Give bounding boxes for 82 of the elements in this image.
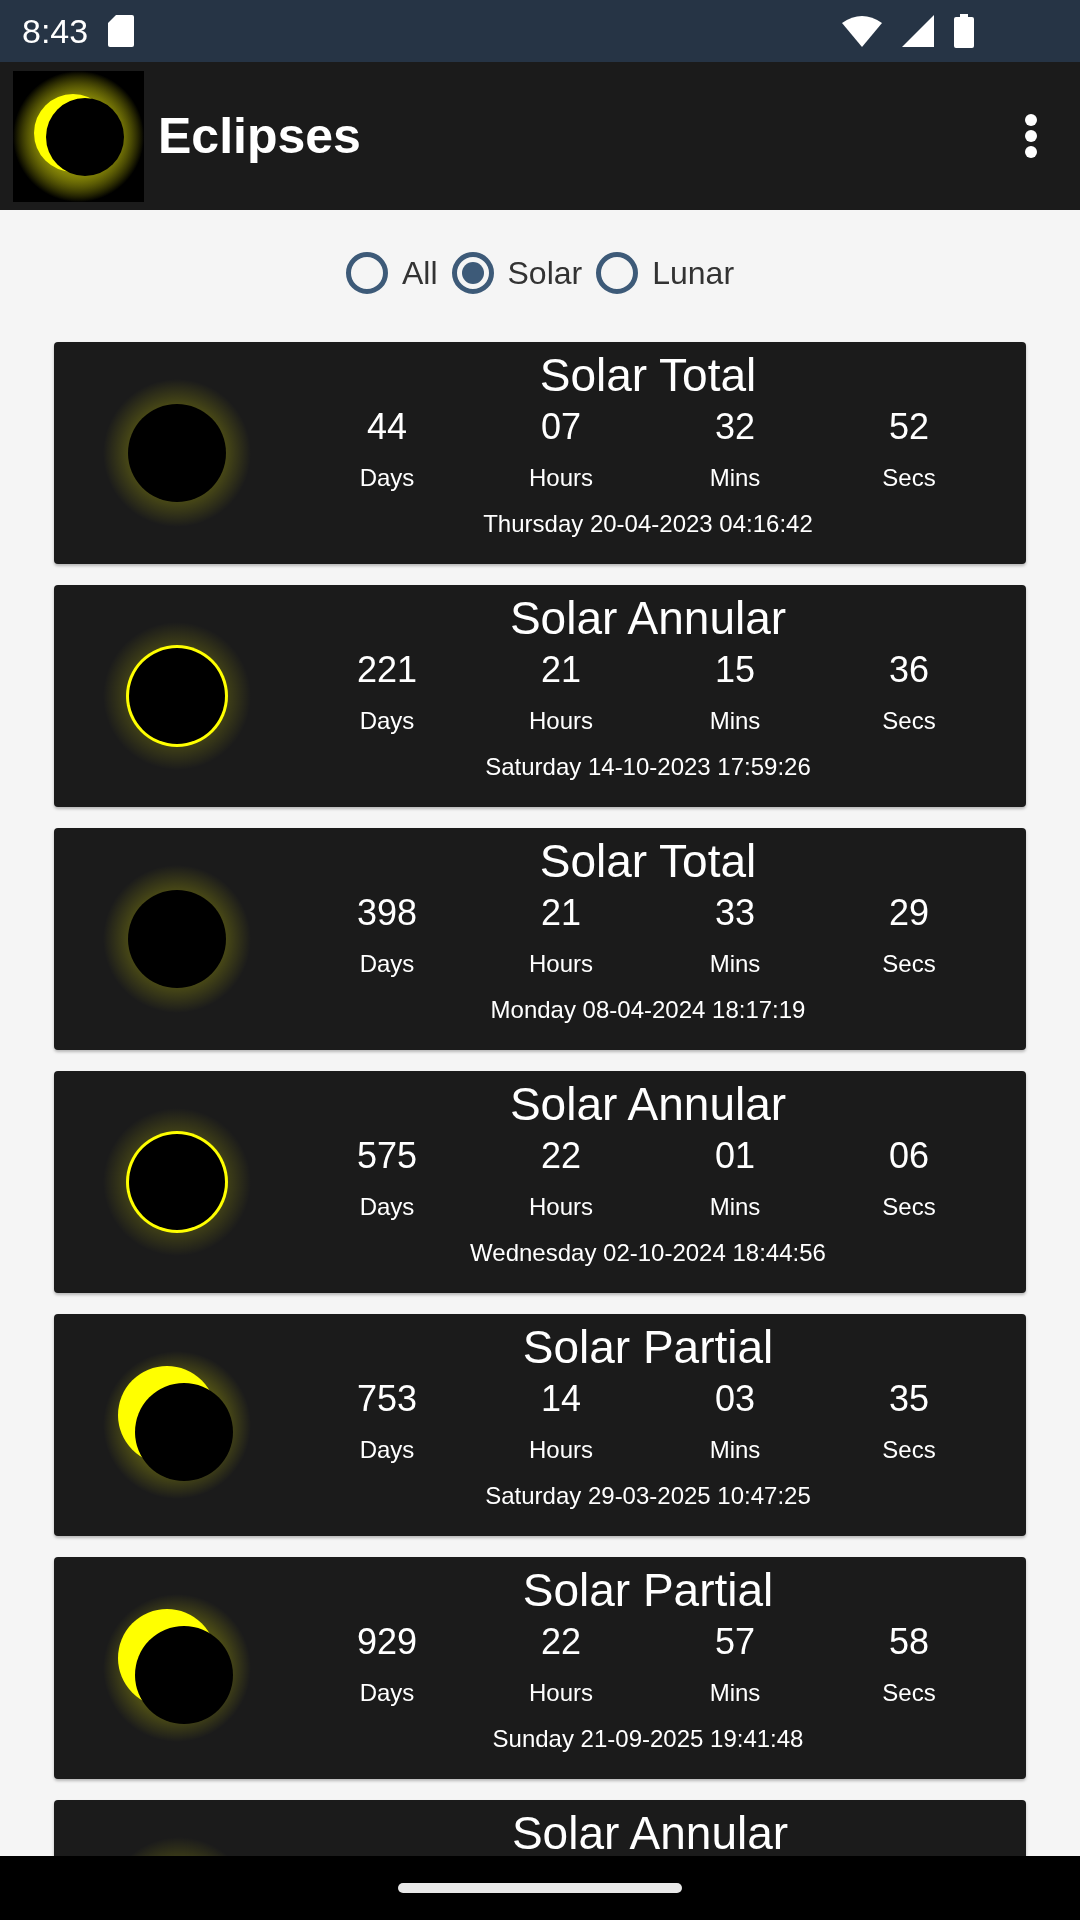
eclipse-card[interactable]: Solar Partial 753 Days 14 Hours 03 Mins 35 Secs Saturday 29-03-2025 10:47:25: [54, 1314, 1026, 1536]
eclipse-title: Solar Partial: [522, 1563, 774, 1617]
countdown-value: 33: [714, 892, 755, 934]
countdown-value: 14: [540, 1378, 581, 1420]
app-title: Eclipses: [158, 107, 362, 165]
radio-label: All: [401, 254, 438, 292]
eclipse-title: Solar Annular: [509, 591, 787, 645]
countdown-unit: Days: [359, 464, 415, 492]
eclipse-date: Sunday 21-09-2025 19:41:48: [492, 1725, 804, 1753]
radio-label: Lunar: [652, 254, 735, 292]
radio-button[interactable]: [596, 252, 639, 294]
countdown-unit: Mins: [709, 950, 761, 978]
countdown-unit: Hours: [529, 950, 593, 978]
countdown-unit: Secs: [882, 464, 936, 492]
eclipse-title: Solar Partial: [522, 1320, 774, 1374]
countdown-value: 52: [888, 406, 929, 448]
countdown-value: 221: [356, 649, 418, 691]
countdown-unit: Mins: [709, 1193, 761, 1221]
radio-button[interactable]: [451, 252, 494, 294]
countdown-unit: Mins: [709, 464, 761, 492]
eclipse-card[interactable]: Solar Annular 575 Days 22 Hours 01 Mins 06 Secs Wednesday 02-10-2024 18:44:56: [54, 1071, 1026, 1293]
battery-icon: [954, 14, 974, 48]
eclipse-title: Solar Annular: [511, 1806, 789, 1856]
eclipse-card[interactable]: Solar Total 398 Days 21 Hours 33 Mins 29 Secs Monday 08-04-2024 18:17:19: [54, 828, 1026, 1050]
countdown-value: 753: [356, 1378, 418, 1420]
app-logo-icon: [13, 70, 144, 202]
sd-card-icon: [108, 15, 135, 47]
countdown-value: 29: [888, 892, 929, 934]
eclipse-date: Saturday 14-10-2023 17:59:26: [485, 753, 811, 781]
countdown-value: 35: [888, 1378, 929, 1420]
eclipse-card[interactable]: Solar Partial 929 Days 22 Hours 57 Mins 58 Secs Sunday 21-09-2025 19:41:48: [54, 1557, 1026, 1779]
countdown-value: 58: [888, 1621, 929, 1663]
countdown-value: 22: [540, 1135, 581, 1177]
eclipse-date: Wednesday 02-10-2024 18:44:56: [470, 1239, 826, 1267]
eclipse-title: Solar Annular: [509, 1077, 787, 1131]
countdown-value: 57: [714, 1621, 755, 1663]
eclipse-title: Solar Total: [539, 348, 757, 402]
countdown-unit: Hours: [529, 1436, 593, 1464]
countdown-value: 398: [356, 892, 418, 934]
countdown-value: 21: [540, 892, 581, 934]
countdown-unit: Hours: [529, 707, 593, 735]
countdown-value: 929: [356, 1621, 418, 1663]
countdown-value: 03: [714, 1378, 755, 1420]
countdown-unit: Secs: [882, 950, 936, 978]
countdown-value: 07: [540, 406, 581, 448]
radio-button[interactable]: [345, 252, 388, 294]
countdown-value: 15: [714, 649, 755, 691]
countdown-unit: Hours: [529, 1679, 593, 1707]
countdown-value: 22: [540, 1621, 581, 1663]
countdown-unit: Secs: [882, 1436, 936, 1464]
countdown-unit: Secs: [882, 1193, 936, 1221]
countdown-unit: Days: [359, 1193, 415, 1221]
eclipse-date: Saturday 29-03-2025 10:47:25: [485, 1482, 811, 1510]
countdown-value: 01: [714, 1135, 755, 1177]
status-time: 8:43: [22, 11, 89, 51]
countdown-unit: Days: [359, 707, 415, 735]
countdown-unit: Mins: [709, 1436, 761, 1464]
countdown-value: 21: [540, 649, 581, 691]
more-options-icon[interactable]: [1025, 114, 1037, 158]
eclipse-card[interactable]: Solar Total 44 Days 07 Hours 32 Mins 52 Secs Thursday 20-04-2023 04:16:42: [54, 342, 1026, 564]
eclipse-card[interactable]: Solar Annular: [54, 1800, 1026, 1856]
countdown-unit: Secs: [882, 1679, 936, 1707]
eclipse-date: Monday 08-04-2024 18:17:19: [490, 996, 806, 1024]
countdown-unit: Days: [359, 1436, 415, 1464]
wifi-icon: [842, 15, 882, 47]
countdown-value: 575: [356, 1135, 418, 1177]
countdown-value: 36: [888, 649, 929, 691]
radio-label: Solar: [507, 254, 583, 292]
countdown-unit: Secs: [882, 707, 936, 735]
eclipse-title: Solar Total: [539, 834, 757, 888]
countdown-unit: Mins: [709, 707, 761, 735]
countdown-value: 44: [366, 406, 407, 448]
countdown-value: 06: [888, 1135, 929, 1177]
countdown-unit: Mins: [709, 1679, 761, 1707]
eclipse-card[interactable]: Solar Annular 221 Days 21 Hours 15 Mins 36 Secs Saturday 14-10-2023 17:59:26: [54, 585, 1026, 807]
eclipse-date: Thursday 20-04-2023 04:16:42: [483, 510, 813, 538]
countdown-unit: Hours: [529, 1193, 593, 1221]
countdown-unit: Days: [359, 950, 415, 978]
countdown-unit: Days: [359, 1679, 415, 1707]
countdown-unit: Hours: [529, 464, 593, 492]
countdown-value: 32: [714, 406, 755, 448]
signal-icon: [902, 15, 934, 47]
